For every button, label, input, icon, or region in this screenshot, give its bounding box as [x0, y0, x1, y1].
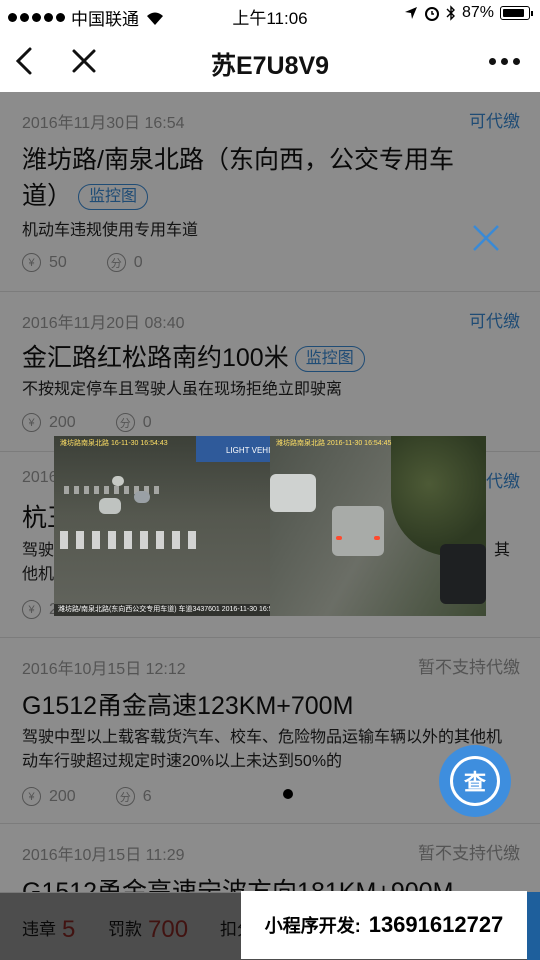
battery-percent: 87% [461, 4, 494, 21]
monitor-image-left: LIGHT VEHICLE 潍坊路南泉北路 16-11-30 16:54:43 … [54, 436, 286, 616]
more-icon[interactable] [489, 58, 520, 65]
watermark-phone: 13691612727 [368, 912, 504, 937]
status-right: 87% [404, 4, 533, 22]
watermark-banner: 小程序开发: 13691612727 [241, 891, 527, 959]
status-bar: 中国联通 上午11:06 87% [0, 0, 540, 30]
query-button[interactable]: 查 [439, 745, 511, 817]
alarm-icon [424, 7, 439, 21]
location-icon [404, 7, 417, 19]
monitor-image[interactable]: LIGHT VEHICLE 潍坊路南泉北路 16-11-30 16:54:43 … [54, 436, 486, 616]
bluetooth-icon [446, 5, 455, 21]
query-icon: 查 [450, 756, 500, 806]
nav-bar: 苏E7U8V9 [0, 30, 540, 92]
photo-stamp-right: 潍坊路南泉北路 2016-11-30 16:54:45 [276, 440, 392, 447]
side-strip [527, 892, 540, 960]
monitor-image-right: 潍坊路南泉北路 2016-11-30 16:54:45 [270, 436, 486, 616]
page-indicator [283, 789, 293, 799]
watermark-label: 小程序开发: [264, 916, 361, 936]
battery-icon [500, 6, 533, 20]
photo-caption: 潍坊路/南泉北路(东向西公交专用车道) 车道3437601 2016-11-30… [54, 604, 270, 616]
close-icon[interactable] [470, 222, 502, 254]
page-title: 苏E7U8V9 [210, 52, 330, 80]
photo-stamp-left: 潍坊路南泉北路 16-11-30 16:54:43 [60, 440, 168, 447]
